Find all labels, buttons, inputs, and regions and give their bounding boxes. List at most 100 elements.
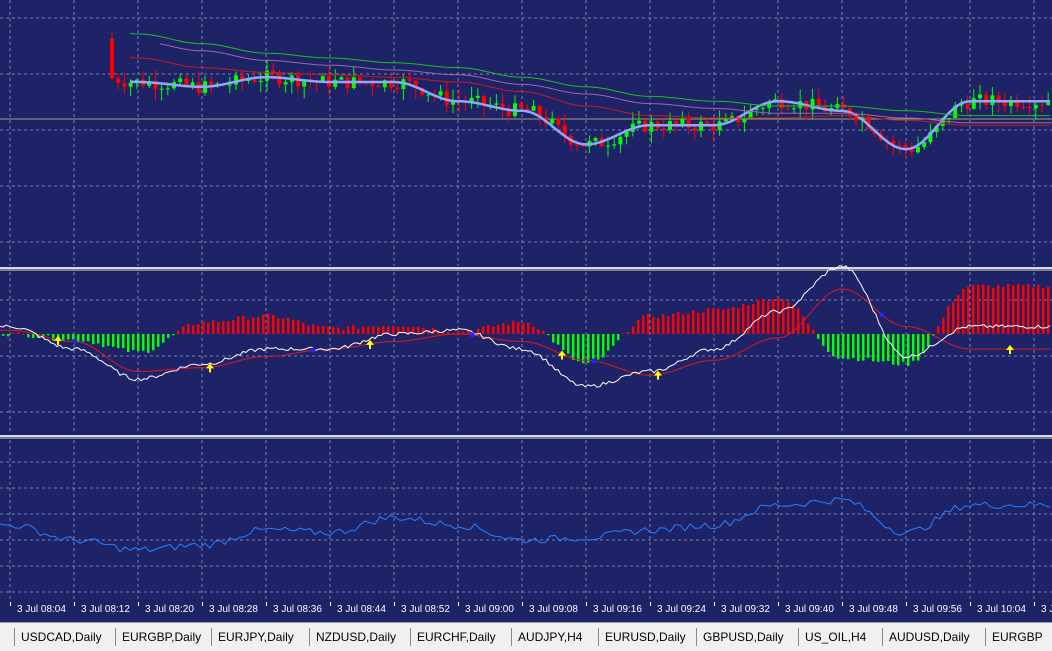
chart-area[interactable] bbox=[0, 0, 1052, 602]
histogram-bar bbox=[317, 325, 320, 334]
histogram-bar bbox=[692, 310, 695, 334]
time-tick-mark bbox=[714, 602, 715, 606]
histogram-bar bbox=[92, 334, 95, 345]
symbol-tab-eurjpy-daily[interactable]: EURJPY,Daily bbox=[211, 628, 300, 646]
histogram-bar bbox=[492, 326, 495, 334]
symbol-tab-eurgbp[interactable]: EURGBP bbox=[985, 628, 1049, 646]
histogram-bar bbox=[102, 334, 105, 348]
histogram-bar bbox=[142, 334, 145, 351]
candle-body bbox=[705, 121, 710, 124]
candle-body bbox=[761, 107, 765, 109]
histogram-bar bbox=[747, 305, 750, 334]
symbol-tab-us-oil-h4[interactable]: US_OIL,H4 bbox=[798, 628, 872, 646]
candle-body bbox=[661, 128, 666, 131]
histogram-bar bbox=[52, 334, 55, 341]
candle-body bbox=[649, 121, 654, 132]
candle-body bbox=[785, 108, 790, 110]
histogram-bar bbox=[192, 325, 195, 334]
histogram-bar bbox=[312, 324, 315, 334]
sell-dot-marker bbox=[879, 312, 885, 318]
candle-body bbox=[302, 80, 307, 87]
candle-body bbox=[1033, 104, 1038, 109]
symbol-tab-bar: USDCAD,Daily EURGBP,Daily EURJPY,Daily NZDU… bbox=[0, 622, 1052, 651]
histogram-bar bbox=[302, 322, 305, 334]
symbol-tab-eurusd-daily[interactable]: EURUSD,Daily bbox=[598, 628, 692, 646]
histogram-bar bbox=[857, 334, 860, 362]
histogram-bar bbox=[922, 334, 925, 353]
histogram-bar bbox=[147, 334, 150, 353]
time-axis: 3 Jul 08:04 3 Jul 08:12 3 Jul 08:20 3 Jul 0… bbox=[0, 602, 1052, 622]
histogram-bar bbox=[457, 330, 460, 334]
histogram-bar bbox=[517, 321, 520, 334]
candle-body bbox=[277, 73, 282, 85]
candle-body bbox=[965, 104, 970, 109]
histogram-bar bbox=[1032, 287, 1035, 334]
symbol-tab-usdcad-daily[interactable]: USDCAD,Daily bbox=[14, 628, 108, 646]
histogram-bar bbox=[127, 334, 130, 353]
histogram-bar bbox=[532, 326, 535, 334]
histogram-bar bbox=[722, 309, 725, 334]
histogram-bar bbox=[847, 334, 850, 360]
symbol-tab-eurgbp-daily[interactable]: EURGBP,Daily bbox=[115, 628, 207, 646]
histogram-bar bbox=[737, 308, 740, 334]
time-tick-mark bbox=[906, 602, 907, 606]
histogram-bar bbox=[252, 317, 255, 334]
histogram-bar bbox=[177, 330, 180, 334]
symbol-tab-audjpy-h4[interactable]: AUDJPY,H4 bbox=[511, 628, 588, 646]
symbol-tab-audusd-daily[interactable]: AUDUSD,Daily bbox=[882, 628, 976, 646]
histogram-bar bbox=[122, 334, 125, 349]
histogram-bar bbox=[132, 334, 135, 350]
histogram-bar bbox=[267, 313, 270, 334]
candle-body bbox=[475, 95, 480, 98]
candle-body bbox=[519, 103, 524, 109]
symbol-tab-eurchf-daily[interactable]: EURCHF,Daily bbox=[410, 628, 502, 646]
candle-body bbox=[612, 144, 617, 146]
histogram-bar bbox=[752, 304, 755, 334]
histogram-bar bbox=[67, 334, 70, 340]
histogram-bar bbox=[802, 316, 805, 334]
histogram-bar bbox=[767, 301, 770, 334]
time-tick-mark bbox=[586, 602, 587, 606]
symbol-tab-gbpusd-daily[interactable]: GBPUSD,Daily bbox=[696, 628, 790, 646]
candle-body bbox=[723, 118, 728, 122]
time-tick-mark bbox=[970, 602, 971, 606]
time-tick-mark bbox=[202, 602, 203, 606]
histogram-bar bbox=[637, 320, 640, 334]
candle-body bbox=[190, 82, 195, 86]
symbol-tab-nzdusd-daily[interactable]: NZDUSD,Daily bbox=[309, 628, 402, 646]
time-tick-mark bbox=[778, 602, 779, 606]
histogram-bar bbox=[622, 333, 625, 335]
histogram-bar bbox=[1042, 288, 1045, 334]
histogram-bar bbox=[167, 334, 170, 338]
histogram-bar bbox=[757, 299, 760, 334]
chart-canvas[interactable] bbox=[0, 0, 1052, 602]
time-label: 3 Jul 08:20 bbox=[145, 604, 194, 615]
histogram-bar bbox=[182, 326, 185, 334]
candle-body bbox=[110, 38, 114, 79]
candle-body bbox=[581, 145, 586, 147]
histogram-bar bbox=[837, 334, 840, 359]
histogram-bar bbox=[877, 334, 880, 362]
candle-body bbox=[550, 118, 555, 124]
histogram-bar bbox=[542, 330, 545, 334]
time-label: 3 Jul 09:00 bbox=[465, 604, 514, 615]
histogram-bar bbox=[537, 329, 540, 334]
histogram-bar bbox=[777, 297, 780, 334]
histogram-bar bbox=[322, 325, 325, 334]
candle-body bbox=[159, 88, 164, 90]
candle-body bbox=[184, 78, 189, 86]
histogram-bar bbox=[522, 323, 525, 334]
candle-body bbox=[1002, 102, 1007, 106]
histogram-bar bbox=[842, 334, 845, 359]
time-label: 3 Jul 08:04 bbox=[17, 604, 66, 615]
histogram-bar bbox=[642, 315, 645, 334]
histogram-bar bbox=[552, 334, 555, 343]
time-label: 3 Jul 08:12 bbox=[81, 604, 130, 615]
time-label: 3 Jul 09:08 bbox=[529, 604, 578, 615]
histogram-bar bbox=[282, 318, 285, 334]
candle-body bbox=[916, 146, 920, 153]
histogram-bar bbox=[567, 334, 570, 354]
candle-body bbox=[984, 94, 989, 106]
buy-arrow-icon bbox=[54, 335, 62, 345]
histogram-bar bbox=[217, 321, 220, 334]
